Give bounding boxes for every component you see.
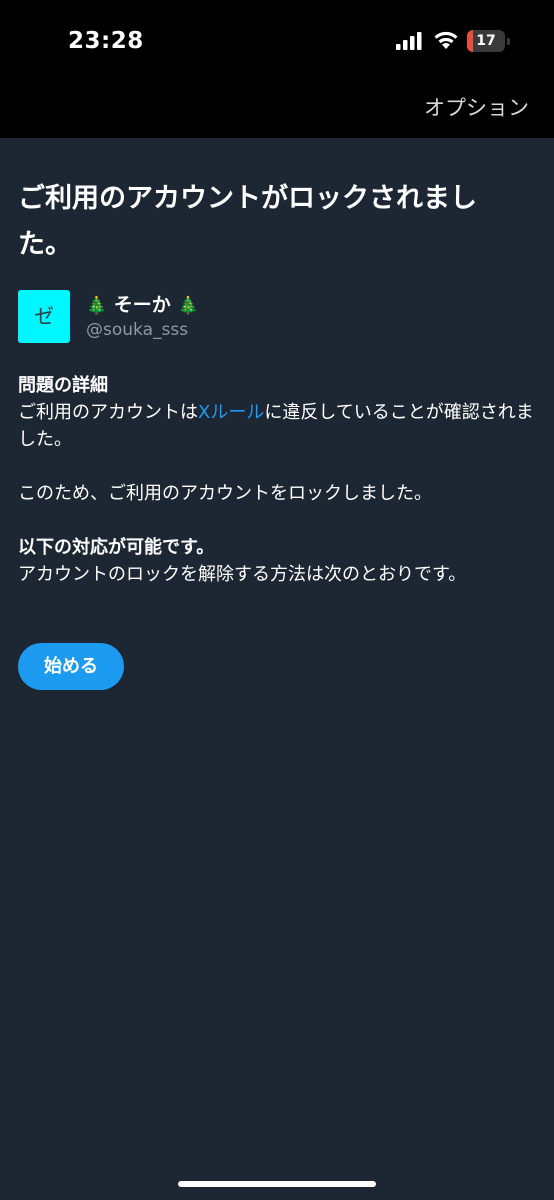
lock-notice-text: このため、ご利用のアカウントをロックしました。 <box>18 483 432 504</box>
display-name: 🎄 そーか 🎄 <box>86 290 199 317</box>
x-rules-link[interactable]: Xルール <box>198 402 264 423</box>
violation-text: ご利用のアカウントはXルールに違反していることが確認されました。 <box>18 399 536 453</box>
start-button[interactable]: 始める <box>18 643 124 690</box>
christmas-tree-icon: 🎄 <box>86 296 108 316</box>
page-title: ご利用のアカウントがロックされました。 <box>18 183 477 260</box>
battery-level: 17 <box>476 33 496 49</box>
wifi-icon <box>434 31 458 49</box>
status-time: 23:28 <box>68 28 144 54</box>
battery-cap <box>507 38 510 45</box>
violation-text-before: ご利用のアカウントは <box>18 402 198 423</box>
home-indicator[interactable] <box>178 1181 376 1187</box>
battery-body: 17 <box>467 30 505 52</box>
unlock-method-text: アカウントのロックを解除する方法は次のとおりです。 <box>18 564 467 585</box>
problem-details-heading: 問題の詳細 <box>18 375 108 396</box>
battery-icon: 17 <box>467 30 511 52</box>
account-card: ゼ 🎄 そーか 🎄 @souka_sss <box>18 290 518 346</box>
nav-bar: オプション <box>0 82 554 138</box>
avatar: ゼ <box>18 290 70 343</box>
options-button[interactable]: オプション <box>424 92 529 122</box>
lock-notice-section: このため、ご利用のアカウントをロックしました。 <box>18 480 536 507</box>
christmas-tree-icon: 🎄 <box>177 296 199 316</box>
display-name-text: そーか <box>113 294 171 316</box>
avatar-logo-icon: ゼ <box>34 304 54 328</box>
account-handle: @souka_sss <box>86 320 189 340</box>
available-actions-heading: 以下の対応が可能です。 <box>18 537 215 558</box>
problem-details-section: 問題の詳細 ご利用のアカウントはXルールに違反していることが確認されました。 <box>18 372 536 453</box>
available-actions-section: 以下の対応が可能です。 アカウントのロックを解除する方法は次のとおりです。 <box>18 534 536 588</box>
cellular-signal-icon <box>396 32 422 50</box>
status-bar: 23:28 17 <box>0 0 554 82</box>
